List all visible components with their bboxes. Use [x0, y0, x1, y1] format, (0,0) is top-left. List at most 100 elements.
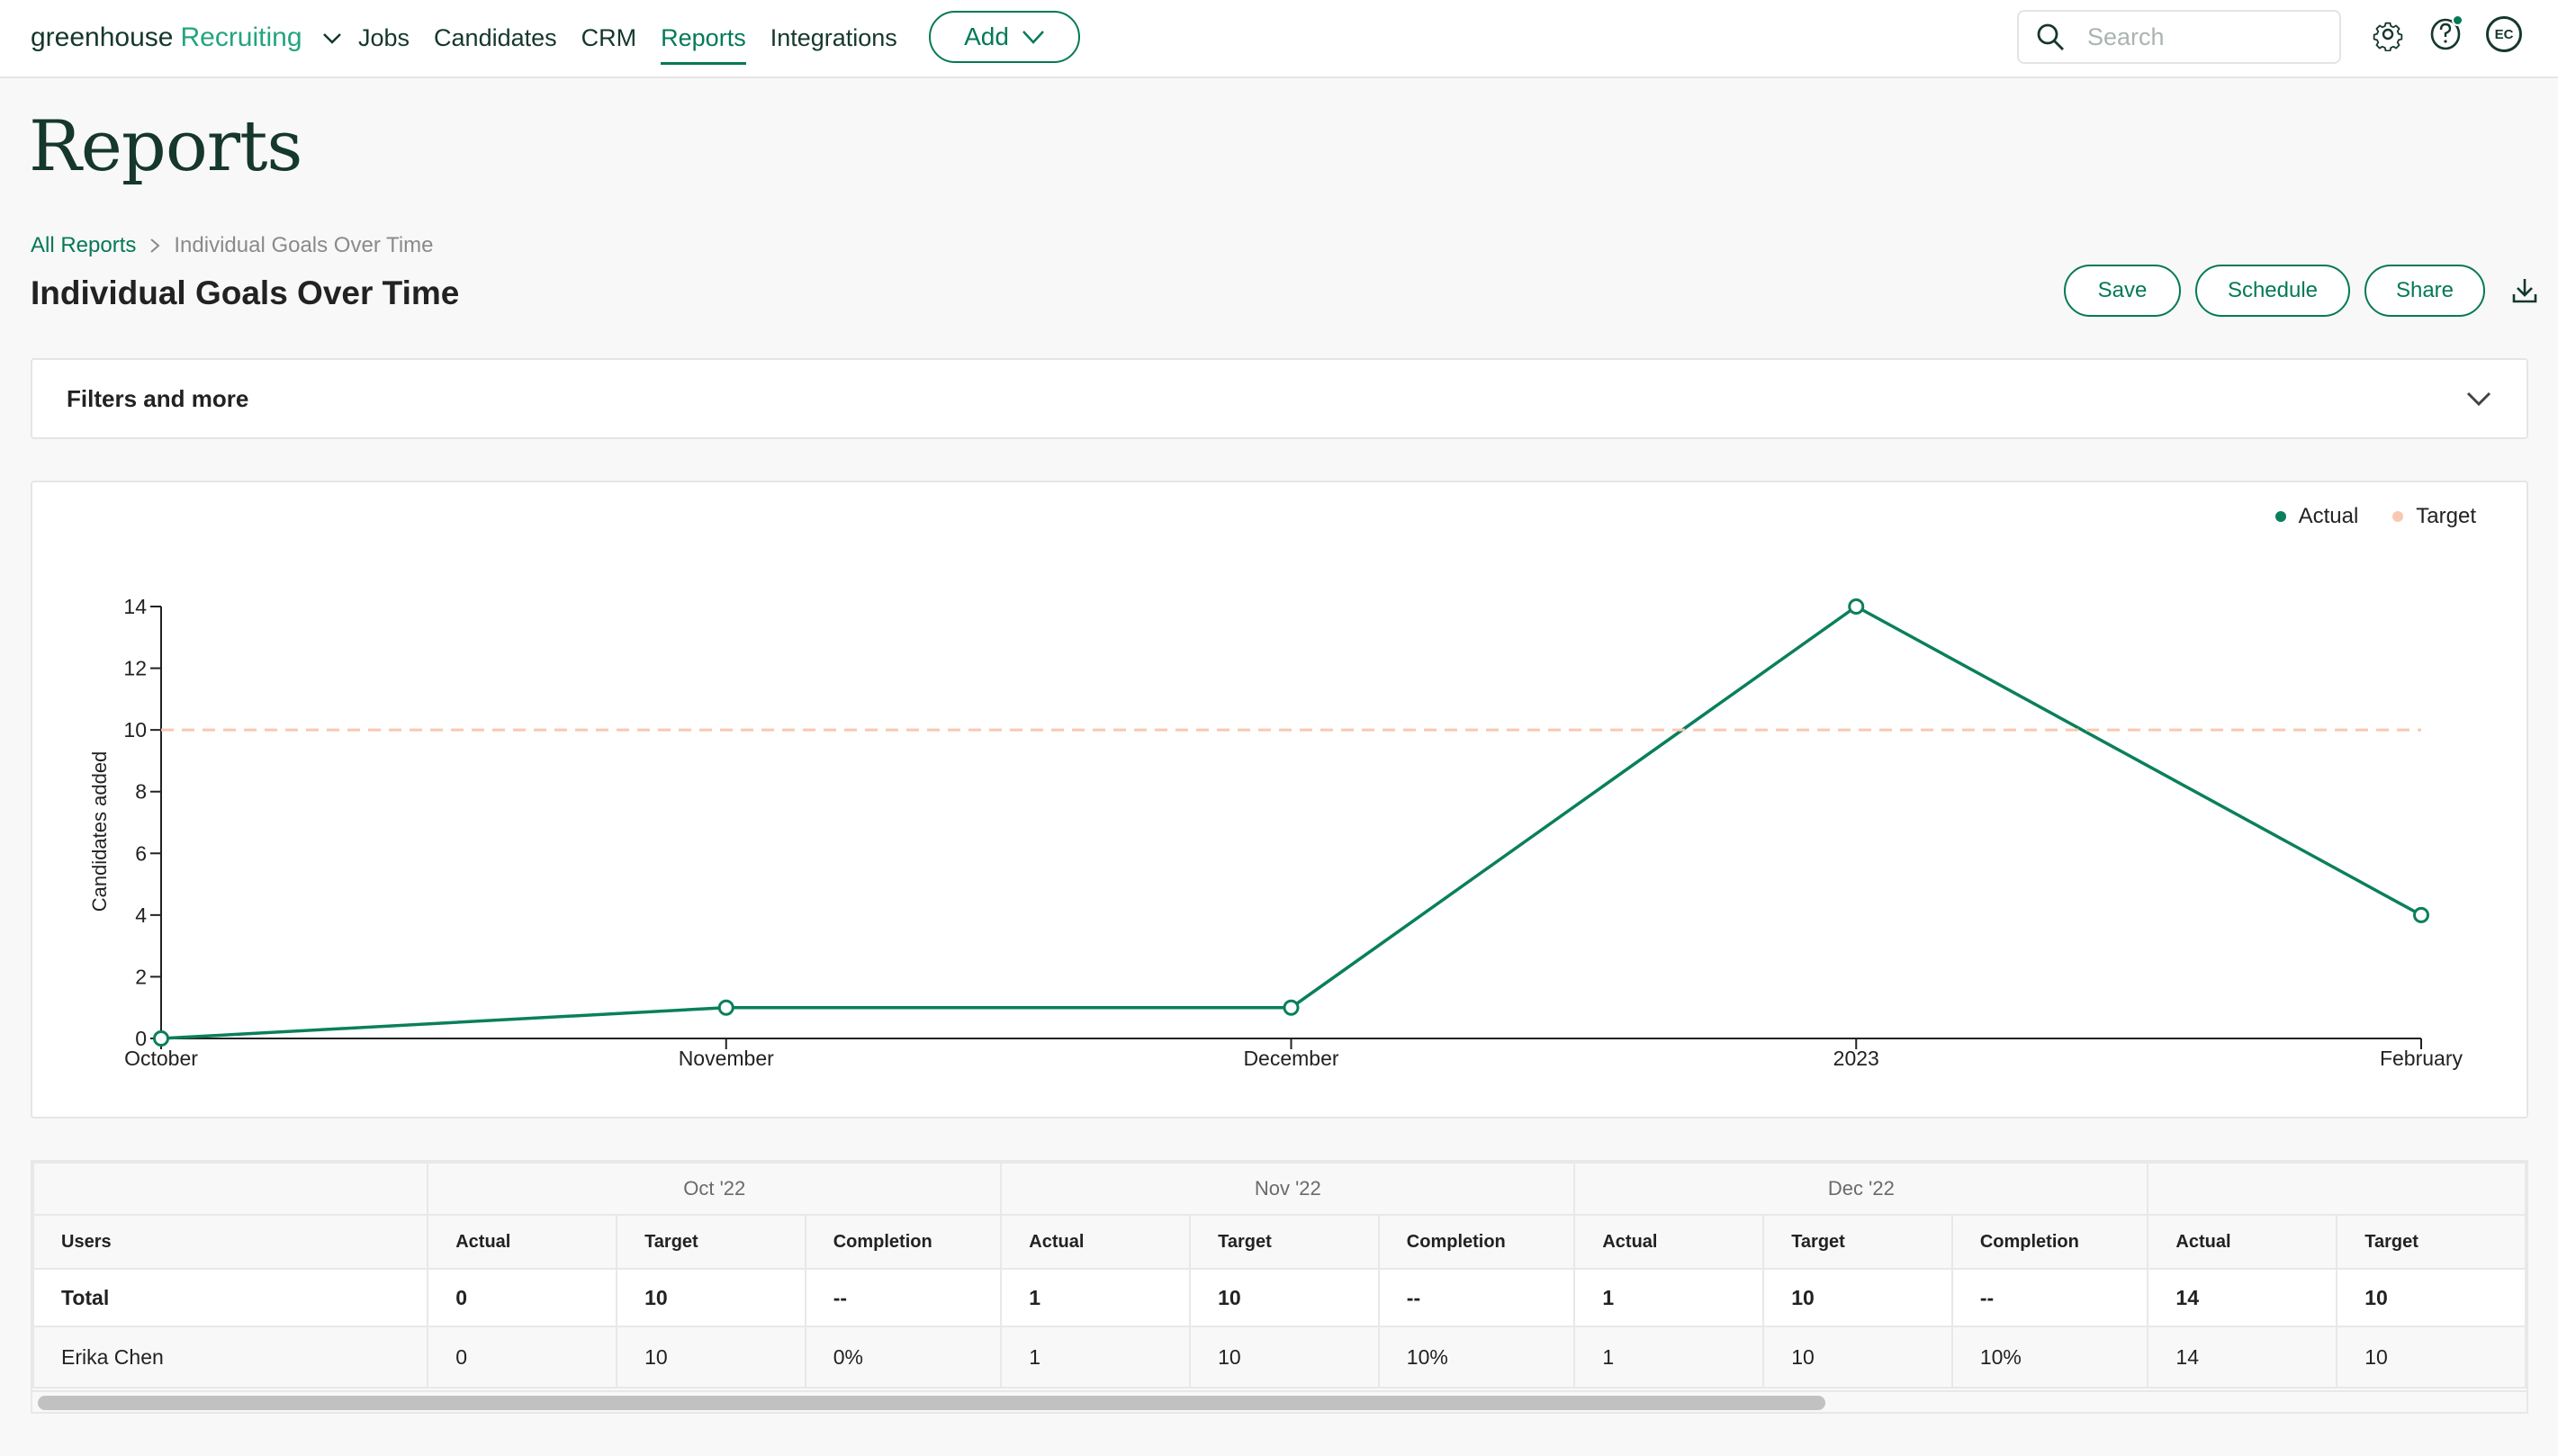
- breadcrumb-current: Individual Goals Over Time: [174, 233, 434, 257]
- column-header-completion[interactable]: Completion: [1377, 1214, 1576, 1270]
- chart-card: Actual Target 0 2 4 6 8 10 12 14 Candidates adde…: [31, 481, 2528, 1119]
- user-name-cell: Total: [32, 1268, 429, 1327]
- search-box: [2017, 10, 2341, 64]
- x-tick-label: February: [2380, 1047, 2463, 1070]
- goals-table: Oct '22 Nov '22 Dec '22 Users Actual Tar…: [31, 1160, 2528, 1414]
- target-cell: 10: [1189, 1326, 1380, 1389]
- target-cell: 10: [1189, 1268, 1380, 1327]
- period-header: Dec '22: [1573, 1162, 2149, 1216]
- actual-cell: 1: [1000, 1326, 1192, 1389]
- avatar[interactable]: EC: [2486, 16, 2522, 52]
- nav-candidates[interactable]: Candidates: [434, 21, 557, 56]
- actual-cell: 1: [1000, 1268, 1192, 1327]
- column-header-target[interactable]: Target: [616, 1214, 806, 1270]
- actual-cell: 14: [2147, 1326, 2338, 1389]
- column-header-actual[interactable]: Actual: [1000, 1214, 1192, 1270]
- period-header: Oct '22: [427, 1162, 1003, 1216]
- actual-cell: 0: [427, 1268, 618, 1327]
- data-point-actual[interactable]: [717, 999, 734, 1016]
- main-nav: Jobs Candidates CRM Reports Integrations: [358, 0, 897, 76]
- top-nav: greenhouse Recruiting Jobs Candidates CR…: [0, 0, 2558, 78]
- column-header-target[interactable]: Target: [2336, 1214, 2526, 1270]
- y-tick-label: 6: [135, 841, 147, 865]
- y-tick-label: 4: [135, 903, 147, 927]
- filters-panel-toggle[interactable]: Filters and more: [31, 358, 2528, 439]
- add-button[interactable]: Add: [929, 11, 1080, 63]
- product-switcher[interactable]: greenhouse Recruiting: [31, 18, 342, 58]
- add-button-label: Add: [964, 22, 1009, 50]
- chevron-down-icon: [1022, 31, 1044, 44]
- x-tick-label: November: [679, 1047, 774, 1070]
- x-tick-label: December: [1243, 1047, 1338, 1070]
- column-header-actual[interactable]: Actual: [2147, 1214, 2338, 1270]
- y-tick-label: 2: [135, 965, 147, 988]
- nav-crm[interactable]: CRM: [581, 21, 637, 56]
- data-point-actual[interactable]: [1848, 598, 1865, 615]
- y-axis-label: Candidates added: [88, 751, 111, 912]
- download-button[interactable]: [2507, 273, 2543, 309]
- report-actions: Save Schedule Share: [2064, 265, 2543, 317]
- logo-recruiting: Recruiting: [180, 22, 302, 52]
- data-point-actual[interactable]: [153, 1030, 169, 1047]
- completion-cell: 0%: [804, 1326, 1003, 1389]
- empty-header-cell: [32, 1162, 429, 1216]
- chevron-right-icon: [150, 238, 160, 253]
- completion-cell: --: [804, 1268, 1003, 1327]
- y-tick-label: 10: [123, 718, 147, 741]
- line-chart: 02468101214Candidates addedOctober Novemb…: [88, 595, 2463, 1070]
- save-button[interactable]: Save: [2064, 265, 2181, 317]
- search-icon: [2037, 23, 2064, 50]
- breadcrumb-all-reports[interactable]: All Reports: [31, 233, 136, 258]
- nav-reports[interactable]: Reports: [661, 21, 746, 65]
- column-header-target[interactable]: Target: [1762, 1214, 1953, 1270]
- actual-cell: 0: [427, 1326, 618, 1389]
- total-row: Total 0 10 -- 1 10 -- 1 10 -- 14 10: [32, 1268, 2526, 1327]
- period-header: Nov '22: [1000, 1162, 1576, 1216]
- horizontal-scrollbar[interactable]: [32, 1390, 2526, 1412]
- share-button[interactable]: Share: [2364, 265, 2485, 317]
- target-cell: 10: [1762, 1326, 1953, 1389]
- column-header-users[interactable]: Users: [32, 1214, 429, 1270]
- actual-cell: 14: [2147, 1268, 2338, 1327]
- scrollbar-thumb[interactable]: [38, 1396, 1825, 1410]
- column-header-row: Users Actual Target Completion Actual Ta…: [32, 1214, 2526, 1270]
- column-header-actual[interactable]: Actual: [427, 1214, 618, 1270]
- period-header: [2147, 1162, 2526, 1216]
- column-header-completion[interactable]: Completion: [1950, 1214, 2149, 1270]
- y-tick-label: 12: [123, 657, 147, 680]
- y-tick-label: 14: [123, 595, 147, 618]
- target-cell: 10: [616, 1268, 806, 1327]
- search-input[interactable]: [2087, 22, 2321, 51]
- completion-cell: 10%: [1950, 1326, 2149, 1389]
- schedule-button[interactable]: Schedule: [2195, 265, 2350, 317]
- download-icon: [2512, 279, 2537, 303]
- settings-button[interactable]: [2370, 16, 2406, 52]
- user-name-cell[interactable]: Erika Chen: [32, 1326, 429, 1389]
- column-header-target[interactable]: Target: [1189, 1214, 1380, 1270]
- column-header-actual[interactable]: Actual: [1573, 1214, 1765, 1270]
- report-title: Individual Goals Over Time: [31, 274, 460, 311]
- help-button[interactable]: [2427, 14, 2463, 52]
- nav-integrations[interactable]: Integrations: [770, 21, 897, 56]
- completion-cell: --: [1377, 1268, 1576, 1327]
- notification-dot: [2452, 14, 2463, 26]
- nav-jobs[interactable]: Jobs: [358, 21, 410, 56]
- data-point-actual[interactable]: [1283, 999, 1300, 1016]
- settings-gear-icon: [2373, 22, 2403, 51]
- filters-label: Filters and more: [67, 384, 249, 412]
- breadcrumb: All Reports Individual Goals Over Time: [31, 233, 434, 258]
- chevron-down-icon: [2466, 391, 2491, 407]
- y-tick-label: 8: [135, 780, 147, 804]
- page-title: Reports: [29, 106, 302, 187]
- actual-cell: 1: [1573, 1268, 1765, 1327]
- column-header-completion[interactable]: Completion: [804, 1214, 1003, 1270]
- target-cell: 10: [616, 1326, 806, 1389]
- target-cell: 10: [2336, 1268, 2526, 1327]
- x-tick-label: October: [124, 1047, 198, 1070]
- goals-table-grid: Oct '22 Nov '22 Dec '22 Users Actual Tar…: [32, 1162, 2526, 1389]
- completion-cell: --: [1950, 1268, 2149, 1327]
- target-cell: 10: [2336, 1326, 2526, 1389]
- actual-cell: 1: [1573, 1326, 1765, 1389]
- data-point-actual[interactable]: [2413, 906, 2429, 923]
- table-row: Erika Chen 0 10 0% 1 10 10% 1 10 10% 14 10: [32, 1326, 2526, 1389]
